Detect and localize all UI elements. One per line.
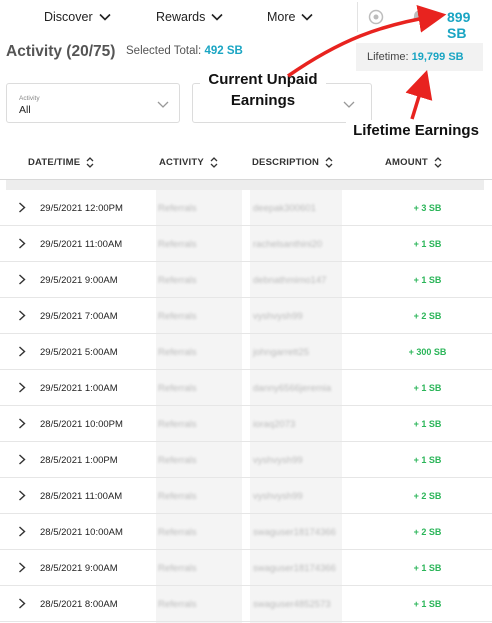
row-activity: Referrals [158, 347, 197, 358]
row-activity: Referrals [158, 203, 197, 214]
column-header-description[interactable]: DESCRIPTION [252, 156, 333, 169]
row-activity: Referrals [158, 311, 197, 322]
chevron-right-icon[interactable] [18, 454, 26, 465]
row-amount: + 1 SB [413, 599, 442, 609]
table-body: 29/5/2021 12:00PM Referrals deepak300601 + … [0, 190, 492, 622]
row-datetime: 28/5/2021 10:00PM [40, 419, 123, 430]
table-row[interactable]: 29/5/2021 5:00AM Referrals johngarrett25 + … [0, 334, 492, 370]
chevron-right-icon[interactable] [18, 562, 26, 573]
column-label: ACTIVITY [159, 157, 204, 168]
table-row[interactable]: 28/5/2021 10:00PM Referrals ioraq2073 + 1 S… [0, 406, 492, 442]
row-amount: + 2 SB [413, 527, 442, 537]
row-datetime: 29/5/2021 7:00AM [40, 311, 118, 322]
row-description: vyshvysh99 [253, 455, 303, 466]
chevron-right-icon[interactable] [18, 490, 26, 501]
table-row[interactable]: 28/5/2021 10:00AM Referrals swaguser181743… [0, 514, 492, 550]
row-description: swaguser18174366 [253, 563, 336, 574]
row-amount: + 1 SB [413, 455, 442, 465]
row-description: danny6566jeremia [253, 383, 332, 394]
chevron-right-icon[interactable] [18, 598, 26, 609]
row-amount: + 1 SB [413, 239, 442, 249]
row-datetime: 28/5/2021 8:00AM [40, 599, 118, 610]
chevron-right-icon[interactable] [18, 382, 26, 393]
row-activity: Referrals [158, 563, 197, 574]
column-header-datetime[interactable]: DATE/TIME [28, 156, 94, 169]
row-amount: + 1 SB [413, 275, 442, 285]
row-activity: Referrals [158, 239, 197, 250]
table-header-band [6, 180, 484, 190]
column-label: DESCRIPTION [252, 157, 320, 168]
chevron-right-icon[interactable] [18, 202, 26, 213]
chevron-right-icon[interactable] [18, 418, 26, 429]
table-row[interactable]: 28/5/2021 9:00AM Referrals swaguser1817436… [0, 550, 492, 586]
row-description: ioraq2073 [253, 419, 296, 430]
row-datetime: 28/5/2021 9:00AM [40, 563, 118, 574]
column-header-activity[interactable]: ACTIVITY [159, 156, 218, 169]
column-label: DATE/TIME [28, 157, 81, 168]
row-description: rachelsanthini20 [253, 239, 323, 250]
row-description: debnathmimo147 [253, 275, 327, 286]
table-row[interactable]: 29/5/2021 12:00PM Referrals deepak300601 + … [0, 190, 492, 226]
row-amount: + 300 SB [408, 347, 447, 357]
chevron-right-icon[interactable] [18, 310, 26, 321]
column-header-amount[interactable]: AMOUNT [385, 156, 442, 169]
row-amount: + 2 SB [413, 311, 442, 321]
row-amount: + 1 SB [413, 563, 442, 573]
sort-icon [86, 157, 94, 168]
row-amount: + 1 SB [413, 383, 442, 393]
row-amount: + 2 SB [413, 491, 442, 501]
table-row[interactable]: 29/5/2021 9:00AM Referrals debnathmimo147 +… [0, 262, 492, 298]
sort-icon [210, 157, 218, 168]
row-activity: Referrals [158, 275, 197, 286]
row-description: swaguser18174366 [253, 527, 336, 538]
row-datetime: 29/5/2021 5:00AM [40, 347, 118, 358]
row-datetime: 28/5/2021 1:00PM [40, 455, 118, 466]
table-row[interactable]: 28/5/2021 8:00AM Referrals swaguser4852573… [0, 586, 492, 622]
chevron-right-icon[interactable] [18, 346, 26, 357]
row-datetime: 29/5/2021 11:00AM [40, 239, 123, 250]
row-activity: Referrals [158, 419, 197, 430]
row-description: deepak300601 [253, 203, 316, 214]
table-row[interactable]: 29/5/2021 11:00AM Referrals rachelsanthini… [0, 226, 492, 262]
table-row[interactable]: 29/5/2021 1:00AM Referrals danny6566jeremi… [0, 370, 492, 406]
row-activity: Referrals [158, 383, 197, 394]
sort-icon [434, 157, 442, 168]
row-activity: Referrals [158, 455, 197, 466]
row-datetime: 29/5/2021 9:00AM [40, 275, 118, 286]
table-row[interactable]: 28/5/2021 11:00AM Referrals vyshvysh99 + 2 … [0, 478, 492, 514]
table-row[interactable]: 29/5/2021 7:00AM Referrals vyshvysh99 + 2 S… [0, 298, 492, 334]
row-amount: + 3 SB [413, 203, 442, 213]
table-header: DATE/TIME ACTIVITY DESCRIPTION AMOUNT [0, 150, 492, 180]
row-description: johngarrett25 [253, 347, 309, 358]
row-description: swaguser4852573 [253, 599, 331, 610]
row-datetime: 29/5/2021 1:00AM [40, 383, 118, 394]
sort-icon [325, 157, 333, 168]
row-amount: + 1 SB [413, 419, 442, 429]
row-datetime: 29/5/2021 12:00PM [40, 203, 123, 214]
row-activity: Referrals [158, 599, 197, 610]
row-datetime: 28/5/2021 11:00AM [40, 491, 123, 502]
column-label: AMOUNT [385, 157, 428, 168]
chevron-right-icon[interactable] [18, 526, 26, 537]
row-activity: Referrals [158, 491, 197, 502]
chevron-right-icon[interactable] [18, 274, 26, 285]
row-datetime: 28/5/2021 10:00AM [40, 527, 123, 538]
row-activity: Referrals [158, 527, 197, 538]
arrow-to-lifetime [405, 69, 433, 120]
arrow-to-balance [287, 4, 447, 78]
table-row[interactable]: 28/5/2021 1:00PM Referrals vyshvysh99 + 1 S… [0, 442, 492, 478]
row-description: vyshvysh99 [253, 491, 303, 502]
chevron-right-icon[interactable] [18, 238, 26, 249]
row-description: vyshvysh99 [253, 311, 303, 322]
